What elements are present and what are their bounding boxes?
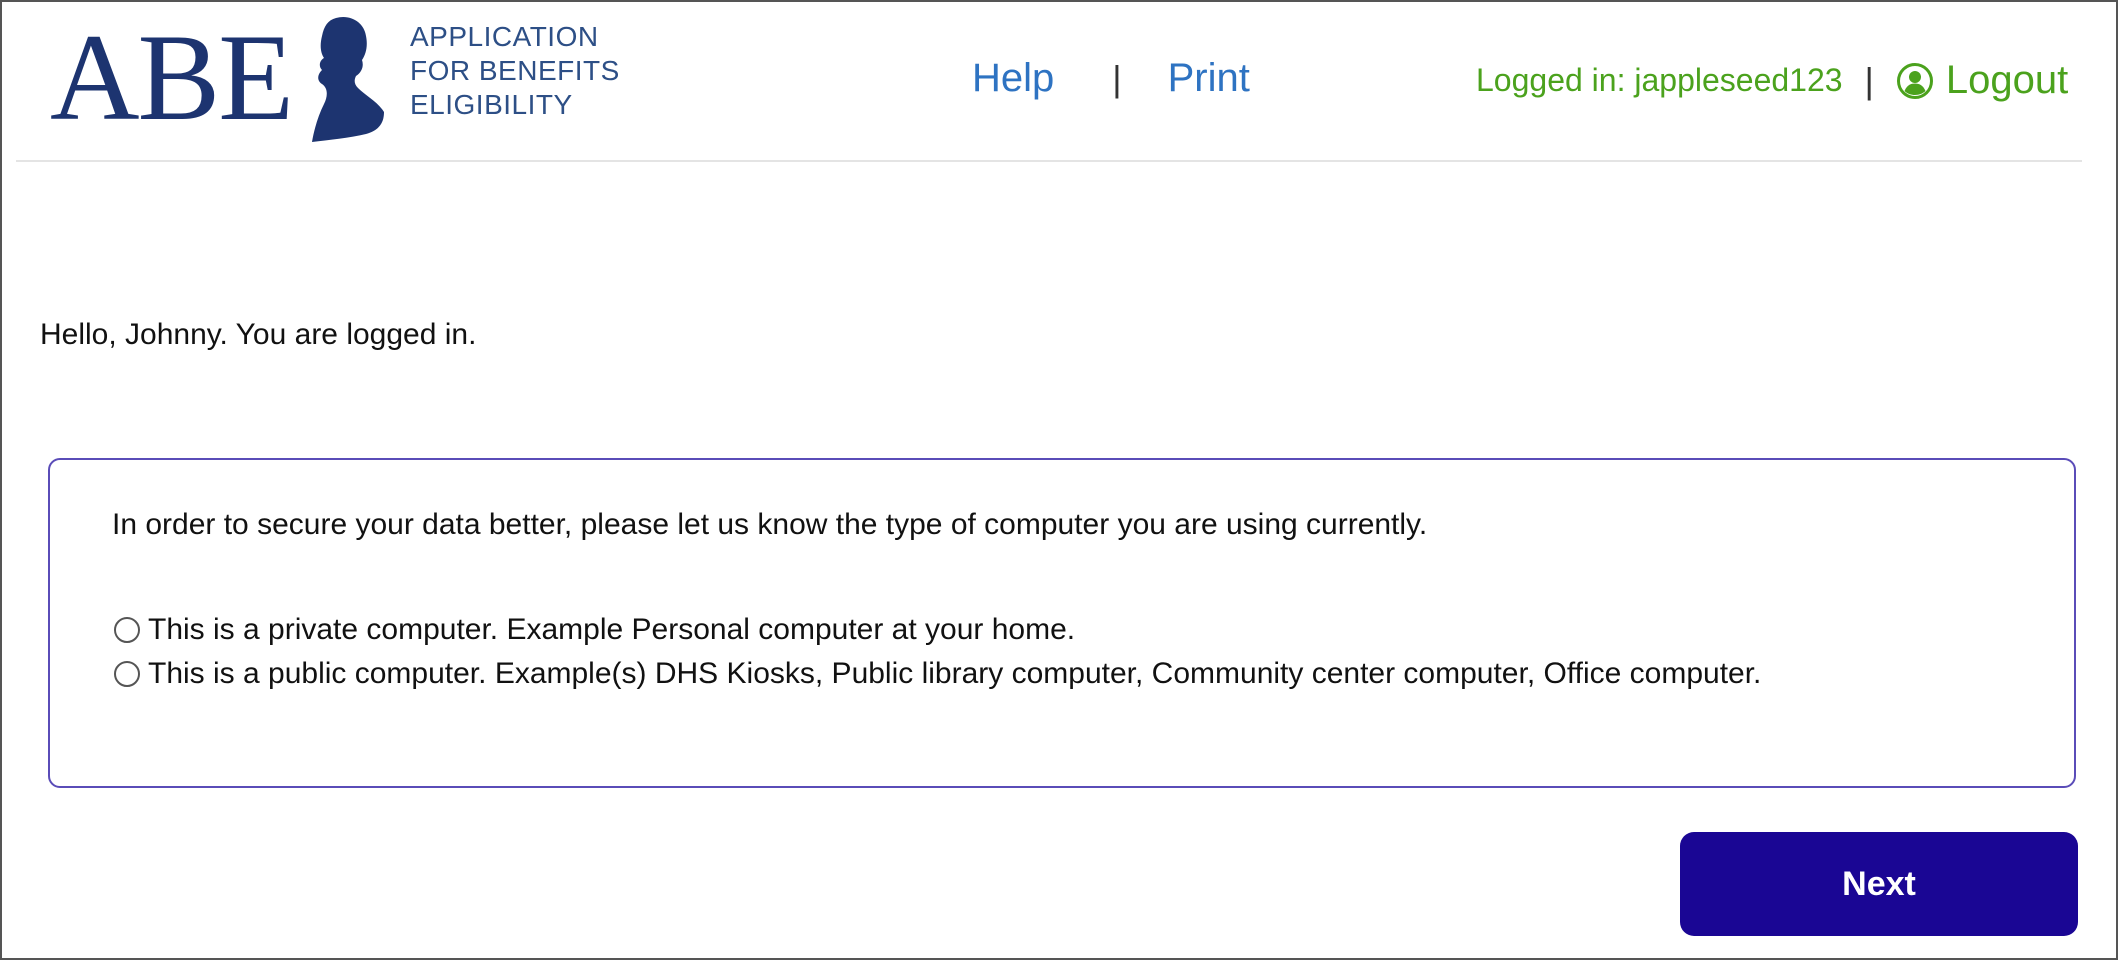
header-nav: Help | Print [972,56,1250,101]
private-computer-option[interactable]: This is a private computer. Example Pers… [114,612,1075,648]
nav-separator: | [1112,57,1122,99]
computer-type-panel: In order to secure your data better, ple… [48,458,2076,788]
logo-letters: ABE [50,9,294,146]
logo-line-1: APPLICATION [410,21,599,52]
next-button[interactable]: Next [1680,832,2078,936]
logo-line-2: FOR BENEFITS [410,55,620,86]
public-computer-radio[interactable] [114,661,140,687]
private-computer-radio[interactable] [114,617,140,643]
lincoln-silhouette-icon [312,17,384,142]
public-computer-option[interactable]: This is a public computer. Example(s) DH… [114,656,1914,692]
user-circle-icon [1896,62,1933,99]
logout-button[interactable]: Logout [1896,58,2068,103]
logo-line-3: ELIGIBILITY [410,89,573,120]
logo-text: APPLICATION FOR BENEFITS ELIGIBILITY [410,20,620,122]
header-divider [16,160,2082,162]
user-area: Logged in: jappleseed123 | Logout [1476,58,2068,103]
greeting-text: Hello, Johnny. You are logged in. [40,318,477,351]
abe-logo[interactable]: ABE APPLICATION FOR BENEFITS ELIGIBILITY [50,12,620,142]
private-computer-label: This is a private computer. Example Pers… [148,613,1076,646]
help-link[interactable]: Help [972,56,1054,101]
public-computer-label: This is a public computer. Example(s) DH… [148,657,1762,690]
user-separator: | [1864,59,1874,101]
page-frame: ABE APPLICATION FOR BENEFITS ELIGIBILITY… [0,0,2118,960]
logged-in-status: Logged in: jappleseed123 [1476,62,1843,98]
print-link[interactable]: Print [1168,56,1250,101]
site-header: ABE APPLICATION FOR BENEFITS ELIGIBILITY… [4,4,2118,162]
computer-type-prompt: In order to secure your data better, ple… [112,508,1428,541]
logout-label: Logout [1945,58,2069,102]
